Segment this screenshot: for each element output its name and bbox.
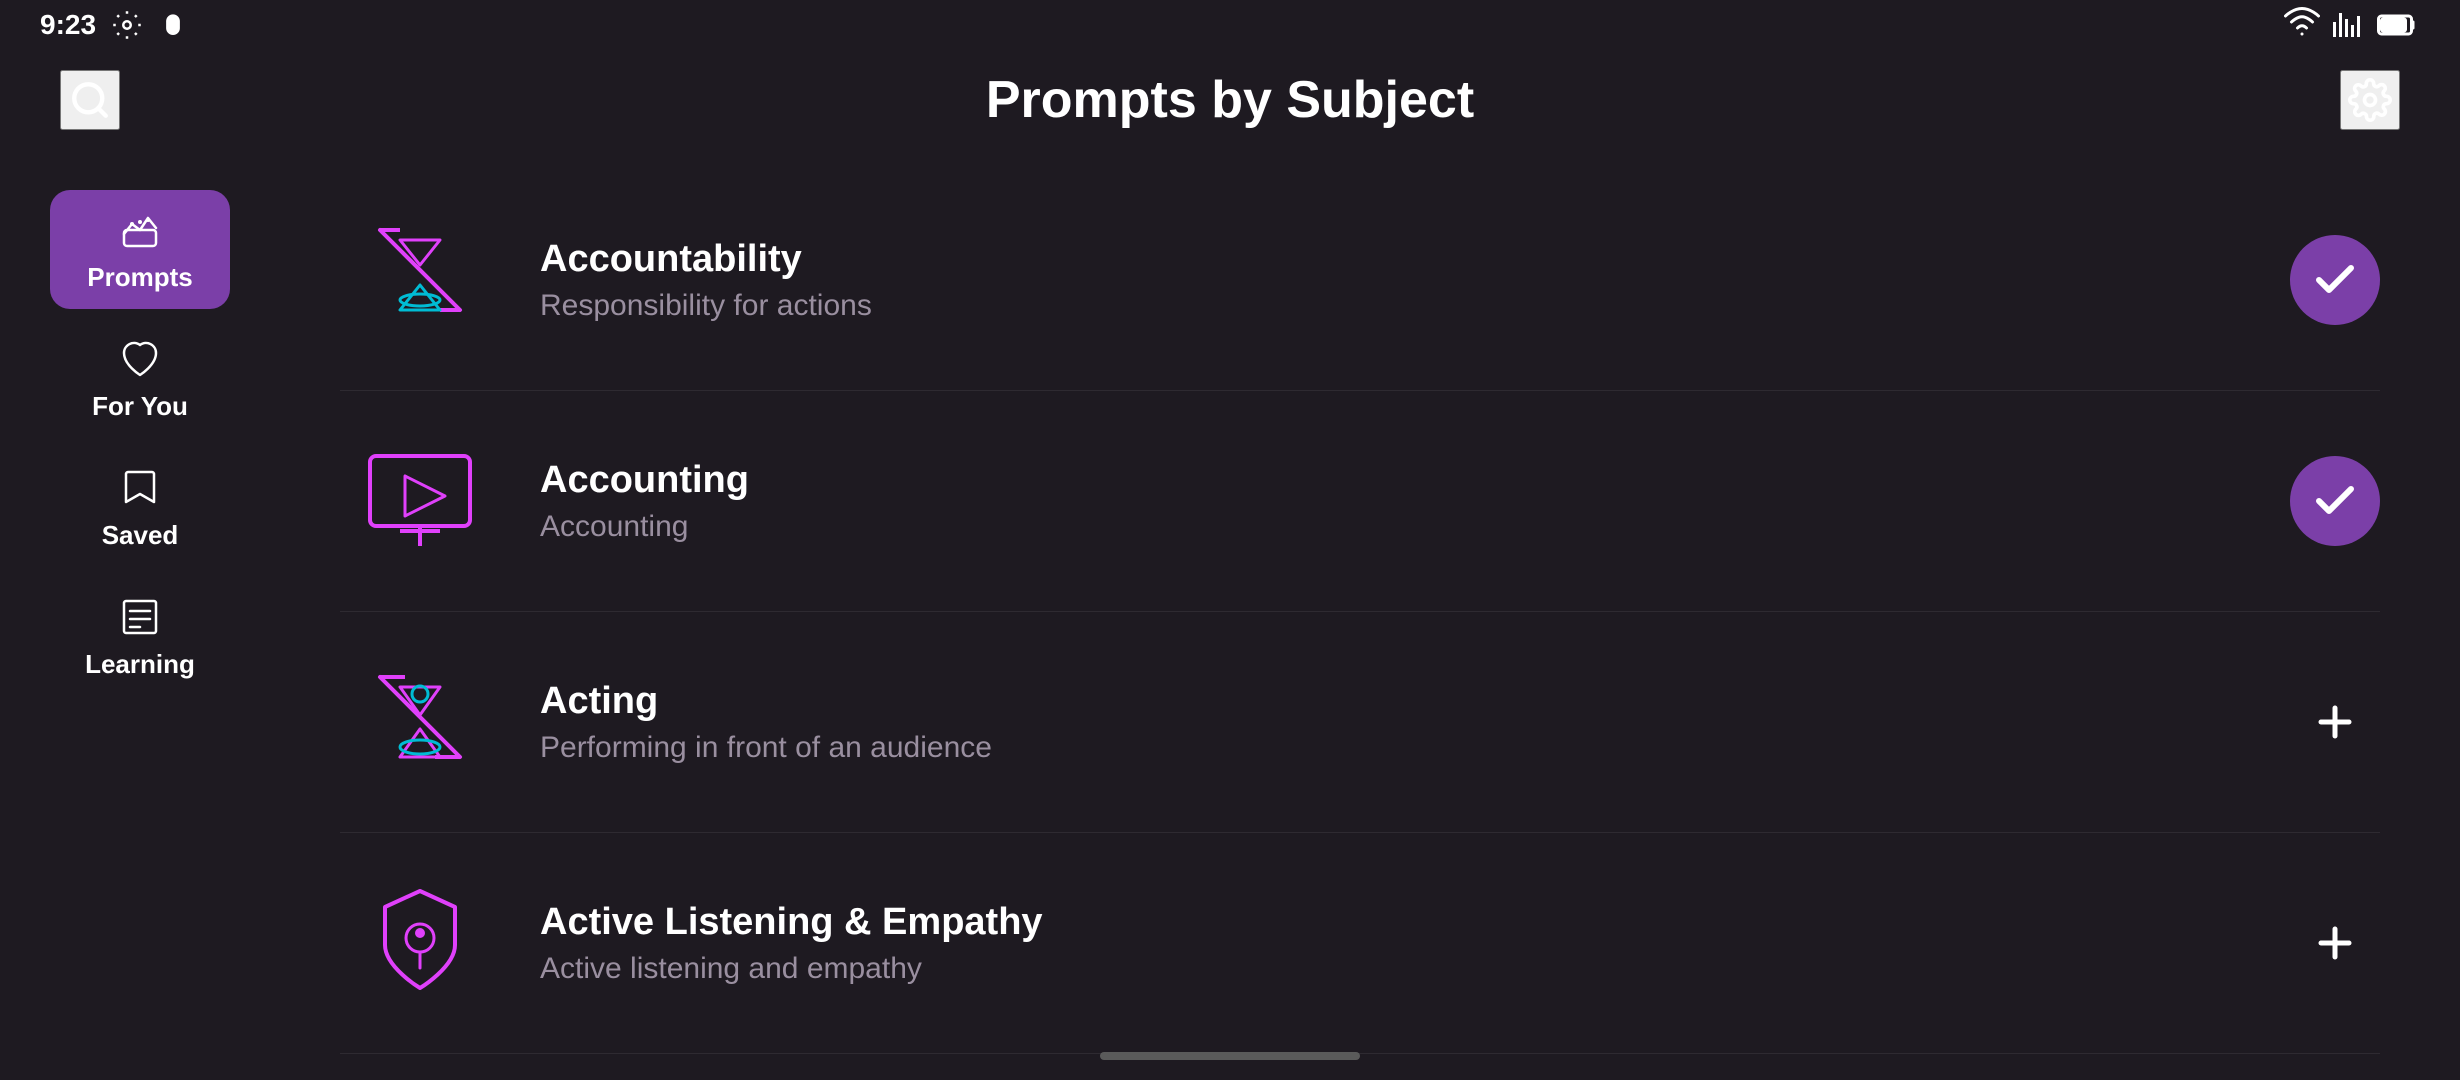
active-listening-empathy-icon [340, 863, 500, 1023]
wifi-icon [2284, 7, 2320, 43]
top-bar: Prompts by Subject [0, 50, 2460, 150]
prompts-icon [116, 206, 164, 254]
sidebar-item-learning[interactable]: Learning [50, 577, 230, 696]
list-item: Accounting Accounting [340, 391, 2380, 612]
learning-icon [116, 593, 164, 641]
acting-desc: Performing in front of an audience [540, 731, 2250, 765]
time-display: 9:23 [40, 9, 96, 41]
sidebar-learning-label: Learning [85, 649, 195, 680]
active-listening-empathy-desc: Active listening and empathy [540, 952, 2250, 986]
status-icons [2284, 7, 2420, 43]
status-left: 9:23 [40, 9, 188, 41]
accountability-desc: Responsibility for actions [540, 289, 2250, 323]
android-icon [158, 10, 188, 40]
main-content: Accountability Responsibility for action… [280, 150, 2460, 1080]
list-item: Acting Performing in front of an audienc… [340, 612, 2380, 833]
sidebar-item-for-you[interactable]: For You [50, 319, 230, 438]
accountability-icon [340, 200, 500, 360]
sidebar-prompts-label: Prompts [87, 262, 192, 293]
sidebar: Prompts For You Saved Learning [0, 150, 280, 1080]
acting-name: Acting [540, 680, 2250, 723]
status-bar: 9:23 [0, 0, 2460, 50]
settings-gear-icon [2348, 78, 2392, 122]
sidebar-item-saved[interactable]: Saved [50, 448, 230, 567]
system-settings-icon [112, 10, 142, 40]
add-icon [2311, 698, 2359, 746]
add-icon [2311, 919, 2359, 967]
list-item: Active Listening & Empathy Active listen… [340, 833, 2380, 1054]
search-icon [69, 79, 111, 121]
list-item: Active listening Listen to understand [340, 1054, 2380, 1080]
page-title: Prompts by Subject [120, 70, 2340, 130]
signal-icon [2330, 7, 2366, 43]
sidebar-saved-label: Saved [102, 520, 179, 551]
active-listening-empathy-name: Active Listening & Empathy [540, 901, 2250, 944]
list-item: Accountability Responsibility for action… [340, 170, 2380, 391]
acting-icon [340, 642, 500, 802]
accounting-desc: Accounting [540, 510, 2250, 544]
scroll-indicator [1100, 1052, 1360, 1060]
accounting-info: Accounting Accounting [540, 459, 2250, 544]
sidebar-for-you-label: For You [92, 391, 188, 422]
accounting-name: Accounting [540, 459, 2250, 502]
acting-info: Acting Performing in front of an audienc… [540, 680, 2250, 765]
active-listening-empathy-add-button[interactable] [2290, 898, 2380, 988]
for-you-icon [116, 335, 164, 383]
acting-add-button[interactable] [2290, 677, 2380, 767]
accounting-icon [340, 421, 500, 581]
sidebar-item-prompts[interactable]: Prompts [50, 190, 230, 309]
search-button[interactable] [60, 70, 120, 130]
accountability-check-button[interactable] [2290, 235, 2380, 325]
accounting-check-button[interactable] [2290, 456, 2380, 546]
accountability-name: Accountability [540, 238, 2250, 281]
saved-icon [116, 464, 164, 512]
check-icon [2311, 477, 2359, 525]
battery-icon [2376, 7, 2420, 43]
settings-button[interactable] [2340, 70, 2400, 130]
active-listening-empathy-info: Active Listening & Empathy Active listen… [540, 901, 2250, 986]
check-icon [2311, 256, 2359, 304]
accountability-info: Accountability Responsibility for action… [540, 238, 2250, 323]
